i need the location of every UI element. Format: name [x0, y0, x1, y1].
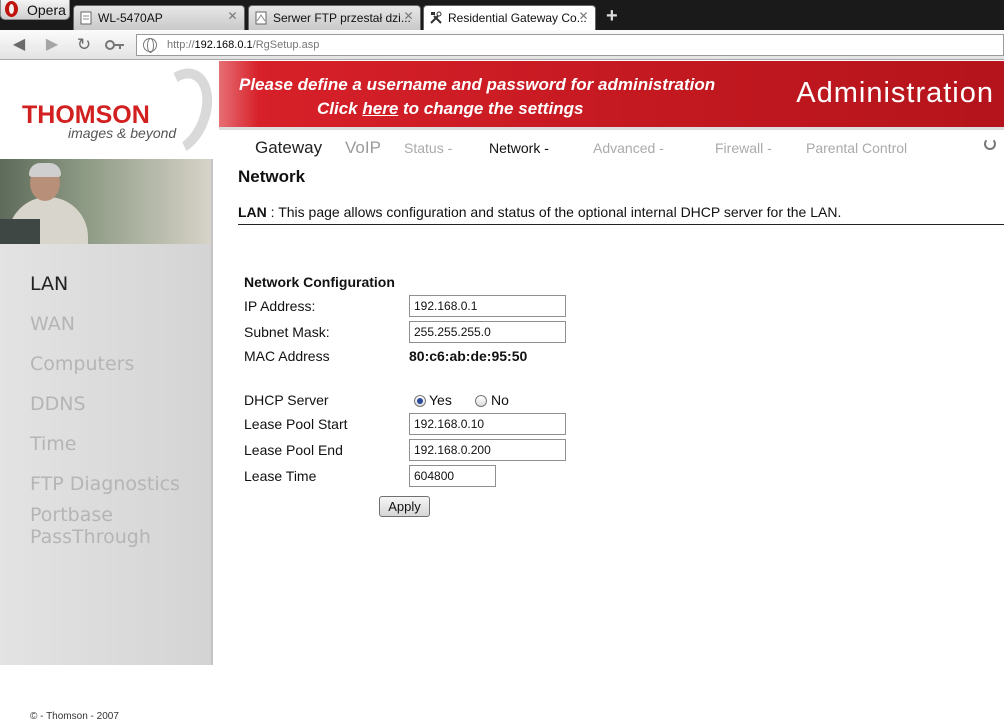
sidebar-item-ftp-diagnostics[interactable]: FTP Diagnostics	[30, 473, 180, 495]
sidebar-item-passthrough[interactable]: PassThrough	[30, 526, 151, 548]
page-section-title: Administration	[796, 77, 994, 109]
tools-icon	[430, 11, 442, 24]
nav-network[interactable]: Network -	[489, 140, 549, 156]
sidebar-item-computers[interactable]: Computers	[30, 353, 134, 375]
router-page: THOMSON images & beyond Please define a …	[0, 59, 1004, 722]
banner-notice-link-line: Click here to change the settings	[317, 99, 584, 118]
ip-address-input[interactable]	[409, 295, 566, 317]
forward-icon[interactable]: ▶	[43, 36, 61, 54]
mac-address-value: 80:c6:ab:de:95:50	[409, 348, 528, 364]
opera-logo-icon	[5, 1, 18, 17]
tab-title: WL-5470AP	[98, 11, 163, 25]
sidebar-photo	[0, 159, 211, 244]
nav-gateway[interactable]: Gateway	[255, 138, 322, 158]
page-icon	[80, 11, 92, 25]
header-banner: Please define a username and password fo…	[219, 61, 1004, 127]
sidebar-item-time[interactable]: Time	[30, 433, 77, 455]
here-link[interactable]: here	[362, 99, 398, 118]
key-icon[interactable]	[105, 36, 125, 54]
lease-pool-start-label: Lease Pool Start	[244, 416, 348, 432]
close-icon[interactable]: ✕	[226, 10, 239, 23]
address-bar: ◀ ▶ ↻ http://192.168.0.1/RgSetup.asp	[0, 30, 1004, 60]
url-text: http://192.168.0.1/RgSetup.asp	[167, 39, 320, 51]
lease-time-label: Lease Time	[244, 468, 317, 484]
dhcp-server-label: DHCP Server	[244, 392, 329, 408]
dhcp-yes-radio[interactable]	[414, 395, 426, 407]
sidebar-item-ddns[interactable]: DDNS	[30, 393, 86, 415]
url-field[interactable]: http://192.168.0.1/RgSetup.asp	[136, 34, 1004, 56]
divider	[238, 224, 1004, 225]
subnet-mask-label: Subnet Mask:	[244, 324, 330, 340]
nav-voip[interactable]: VoIP	[345, 138, 381, 158]
sidebar-item-portbase[interactable]: Portbase	[30, 504, 113, 526]
subnet-mask-input[interactable]	[409, 321, 566, 343]
reload-icon[interactable]: ↻	[75, 36, 93, 54]
close-icon[interactable]: ✕	[402, 10, 415, 23]
tab-title: Residential Gateway Co...	[448, 11, 587, 25]
lease-pool-start-input[interactable]	[409, 413, 566, 435]
page-description: LAN : This page allows configuration and…	[238, 204, 842, 220]
lease-time-input[interactable]	[409, 465, 496, 487]
apply-button[interactable]: Apply	[379, 496, 430, 517]
browser-tab[interactable]: Serwer FTP przestał dzi... ✕	[248, 5, 421, 30]
lease-pool-end-input[interactable]	[409, 439, 566, 461]
sidebar-item-lan[interactable]: LAN	[30, 273, 68, 295]
nav-parental-control[interactable]: Parental Control	[806, 140, 907, 156]
dhcp-no-label: No	[491, 392, 509, 408]
nav-advanced[interactable]: Advanced -	[593, 140, 664, 156]
page-icon	[255, 11, 267, 25]
ip-address-label: IP Address:	[244, 298, 316, 314]
browser-tab-bar: Opera WL-5470AP ✕ Serwer FTP przestał dz…	[0, 0, 1004, 31]
section-title: Network Configuration	[244, 274, 395, 290]
logo-tagline: images & beyond	[68, 125, 177, 141]
new-tab-icon[interactable]: +	[606, 6, 618, 26]
sidebar-item-wan[interactable]: WAN	[30, 313, 75, 335]
nav-firewall[interactable]: Firewall -	[715, 140, 772, 156]
thomson-logo: THOMSON images & beyond	[0, 59, 224, 165]
opera-menu-button[interactable]: Opera	[0, 0, 70, 20]
loading-icon	[984, 138, 996, 150]
banner-notice: Please define a username and password fo…	[239, 75, 716, 94]
back-icon[interactable]: ◀	[10, 36, 28, 54]
globe-icon	[143, 38, 157, 53]
mac-address-label: MAC Address	[244, 348, 330, 364]
opera-menu-label: Opera	[27, 2, 66, 18]
dhcp-yes-label: Yes	[429, 392, 452, 408]
dhcp-no-radio[interactable]	[475, 395, 487, 407]
browser-tab[interactable]: WL-5470AP ✕	[73, 5, 245, 30]
tab-title: Serwer FTP przestał dzi...	[273, 11, 411, 25]
lease-pool-end-label: Lease Pool End	[244, 442, 343, 458]
nav-status[interactable]: Status -	[404, 140, 452, 156]
browser-tab-active[interactable]: Residential Gateway Co... ✕	[423, 5, 596, 31]
copyright: © - Thomson - 2007	[30, 711, 119, 722]
top-navigation: Gateway VoIP Status - Network - Advanced…	[219, 127, 1004, 160]
page-title: Network	[238, 167, 306, 186]
sidebar: LAN WAN Computers DDNS Time FTP Diagnost…	[0, 159, 213, 722]
close-icon[interactable]: ✕	[577, 10, 590, 23]
